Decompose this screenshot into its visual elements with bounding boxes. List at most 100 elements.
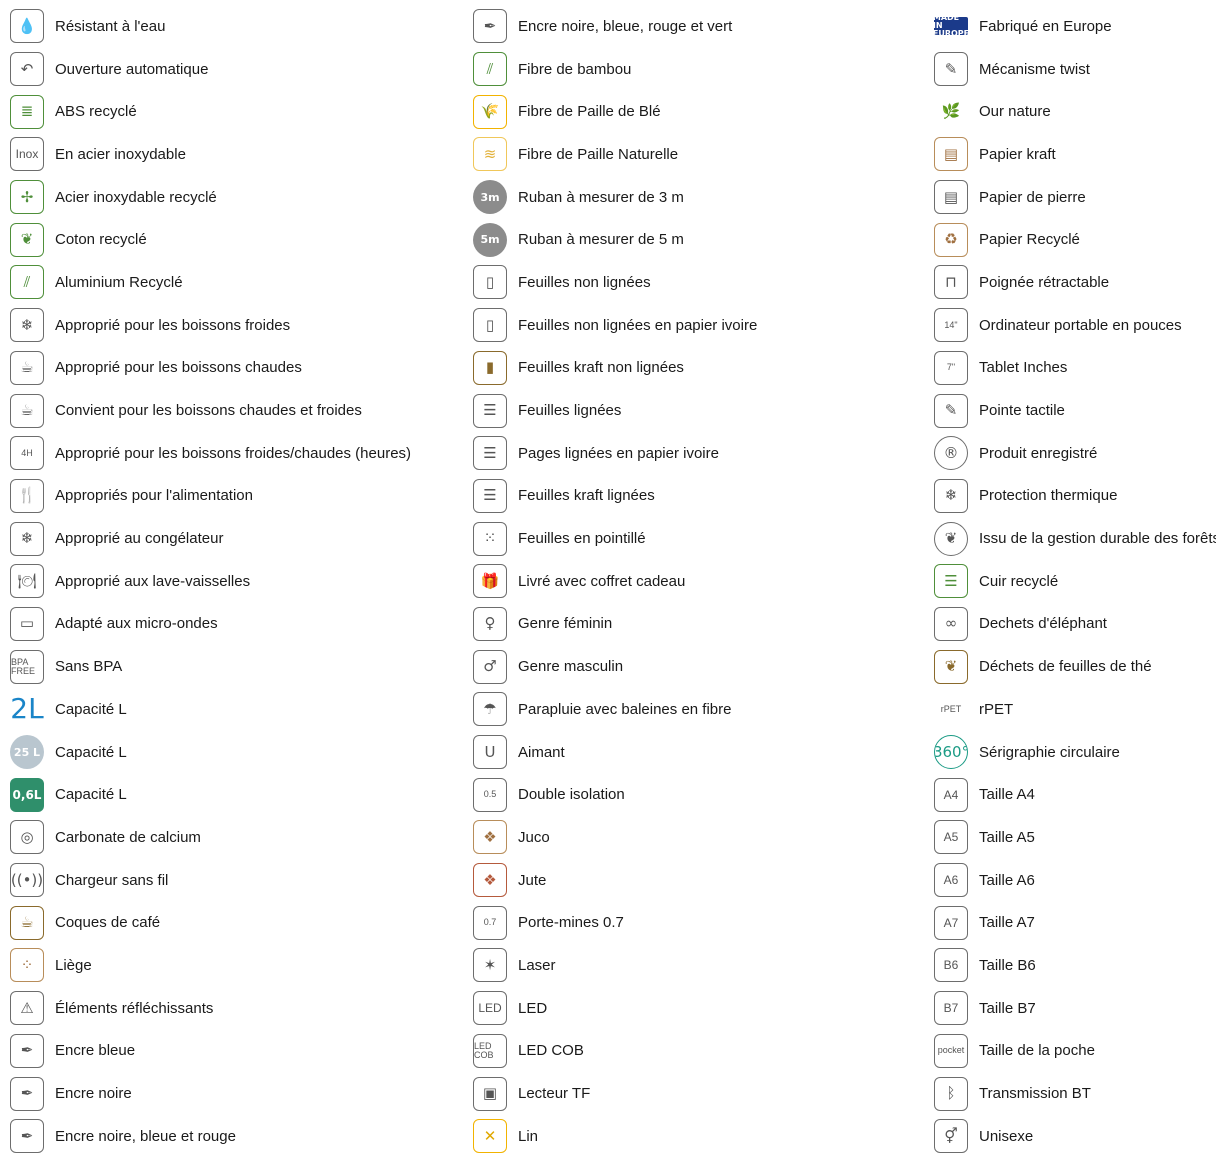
- legend-item: ᛒ Transmission BT: [934, 1072, 1216, 1115]
- legend-item-label: Taille A4: [979, 786, 1035, 804]
- legend-item-label: Livré avec coffret cadeau: [518, 572, 686, 590]
- legend-item: ☰ Feuilles lignées: [473, 389, 757, 432]
- male-icon: ♂: [473, 649, 507, 684]
- legend-item-label: Capacité L: [55, 743, 127, 761]
- legend-item-label: Approprié pour les boissons chaudes: [55, 359, 302, 377]
- legend-item-label: Genre masculin: [518, 658, 624, 676]
- legend-item-label: Approprié au congélateur: [55, 530, 224, 548]
- legend-item: 25 L Capacité L: [10, 731, 411, 774]
- wheat-straw-icon: 🌾: [473, 94, 507, 129]
- wireless-charger-icon: ((•)): [10, 863, 44, 898]
- legend-item: ∞ Dechets d'éléphant: [934, 603, 1216, 646]
- legend-item: 0.7 Porte-mines 0.7: [473, 901, 757, 944]
- legend-item: ▣ Lecteur TF: [473, 1072, 757, 1115]
- legend-item-label: Fabriqué en Europe: [979, 17, 1112, 35]
- legend-item-label: Juco: [518, 828, 550, 846]
- legend-item: A4 Taille A4: [934, 773, 1216, 816]
- legend-item: ♂ Genre masculin: [473, 645, 757, 688]
- legend-item: ✎ Mécanisme twist: [934, 48, 1216, 91]
- legend-item-label: rPET: [979, 700, 1014, 718]
- legend-item: ✒ Encre bleue: [10, 1030, 411, 1073]
- legend-item: ☰ Cuir recyclé: [934, 560, 1216, 603]
- stone-paper-icon: ▤: [934, 180, 968, 215]
- legend-item-label: Ouverture automatique: [55, 60, 209, 78]
- legend-item: ❦ Déchets de feuilles de thé: [934, 645, 1216, 688]
- legend-item: Inox En acier inoxydable: [10, 133, 411, 176]
- ivory-lined-sheets-icon: ☰: [473, 436, 507, 471]
- legend-item: ◎ Carbonate de calcium: [10, 816, 411, 859]
- juco-icon: ❖: [473, 820, 507, 855]
- legend-item: rPET rPET: [934, 688, 1216, 731]
- our-nature-icon: 🌿: [941, 102, 961, 121]
- legend-item-label: Fibre de bambou: [518, 60, 632, 78]
- legend-item-label: Chargeur sans fil: [55, 871, 169, 889]
- legend-item-label: Transmission BT: [979, 1085, 1091, 1103]
- legend-item: ☰ Pages lignées en papier ivoire: [473, 432, 757, 475]
- legend-item-label: Taille B6: [979, 956, 1036, 974]
- legend-item-label: Unisexe: [979, 1127, 1034, 1145]
- legend-item-label: Parapluie avec baleines en fibre: [518, 700, 732, 718]
- legend-item-label: Genre féminin: [518, 615, 613, 633]
- legend-item-label: LED: [518, 999, 548, 1017]
- legend-item: 4H Approprié pour les boissons froides/ch…: [10, 432, 411, 475]
- legend-item-label: Convient pour les boissons chaudes et fr…: [55, 402, 362, 420]
- legend-item-label: Sérigraphie circulaire: [979, 743, 1120, 761]
- legend-item: ≋ Fibre de Paille Naturelle: [473, 133, 757, 176]
- recycled-leather-icon: ☰: [934, 564, 968, 599]
- legend-item-label: Capacité L: [55, 700, 127, 718]
- legend-item: ☕ Coques de café: [10, 901, 411, 944]
- legend-item-label: Approprié aux lave-vaisselles: [55, 572, 251, 590]
- tape-5m-icon: 5m: [473, 222, 507, 257]
- legend-item-label: Porte-mines 0.7: [518, 914, 624, 932]
- jute-icon: ❖: [473, 863, 507, 898]
- legend-item-label: Appropriés pour l'alimentation: [55, 487, 253, 505]
- legend-item-label: Fibre de Paille de Blé: [518, 103, 661, 121]
- microwave-icon: ▭: [10, 606, 44, 641]
- legend-item: ✶ Laser: [473, 944, 757, 987]
- legend-item: 🍽 Approprié aux lave-vaisselles: [10, 560, 411, 603]
- bluetooth-icon: ᛒ: [934, 1076, 968, 1111]
- legend-item-label: Issu de la gestion durable des forêts: [979, 530, 1216, 548]
- legend-item: ✒ Encre noire, bleue et rouge: [10, 1115, 411, 1158]
- legend-item: ✎ Pointe tactile: [934, 389, 1216, 432]
- legend-item-label: Dechets d'éléphant: [979, 615, 1107, 633]
- legend-item-label: Encre bleue: [55, 1042, 136, 1060]
- cold-drinks-icon: ❄: [10, 308, 44, 343]
- mechanical-pencil-icon: 0.7: [473, 905, 507, 940]
- legend-item-label: Carbonate de calcium: [55, 828, 201, 846]
- legend-item: ❄ Protection thermique: [934, 475, 1216, 518]
- legend-item: LED COB LED COB: [473, 1030, 757, 1073]
- legend-item: ❦ Issu de la gestion durable des forêts: [934, 517, 1216, 560]
- recycled-aluminium-icon: ⫽: [10, 265, 44, 300]
- fiber-umbrella-icon: ☂: [473, 692, 507, 727]
- inox-icon: Inox: [10, 137, 44, 172]
- legend-item-label: Résistant à l'eau: [55, 17, 166, 35]
- legend-item: 3m Ruban à mesurer de 3 m: [473, 176, 757, 219]
- size-a7-icon: A7: [934, 905, 968, 940]
- thermal-protection-icon: ❄: [934, 478, 968, 513]
- legend-item: ≣ ABS recyclé: [10, 90, 411, 133]
- automatic-opening-icon: ↶: [10, 52, 44, 87]
- legend-item: 5m Ruban à mesurer de 5 m: [473, 218, 757, 261]
- gift-box-icon: 🎁: [473, 564, 507, 599]
- tea-leaf-waste-icon: ❦: [934, 649, 968, 684]
- legend-item-label: Déchets de feuilles de thé: [979, 658, 1152, 676]
- legend-item-label: Taille de la poche: [979, 1042, 1095, 1060]
- size-a5-icon: A5: [934, 820, 968, 855]
- legend-item-label: Encre noire, bleue, rouge et vert: [518, 17, 733, 35]
- legend-item-label: Feuilles lignées: [518, 402, 622, 420]
- made-in-europe-icon: MADE IN EUROPE: [934, 17, 968, 36]
- legend-item-label: Sans BPA: [55, 658, 123, 676]
- recycled-cotton-icon: ❦: [10, 222, 44, 257]
- legend-item: 🍴 Appropriés pour l'alimentation: [10, 475, 411, 518]
- natural-straw-icon: ≋: [473, 137, 507, 172]
- legend-item-label: Our nature: [979, 103, 1051, 121]
- legend-item: ⁙ Feuilles en pointillé: [473, 517, 757, 560]
- legend-item: ⁘ Liège: [10, 944, 411, 987]
- legend-item-label: Approprié pour les boissons froides/chau…: [55, 444, 412, 462]
- legend-item-label: Lecteur TF: [518, 1085, 591, 1103]
- legend-item: ⚥ Unisexe: [934, 1115, 1216, 1158]
- legend-item: pocket Taille de la poche: [934, 1030, 1216, 1073]
- legend-item: 360° Sérigraphie circulaire: [934, 731, 1216, 774]
- recycled-abs-icon: ≣: [10, 94, 44, 129]
